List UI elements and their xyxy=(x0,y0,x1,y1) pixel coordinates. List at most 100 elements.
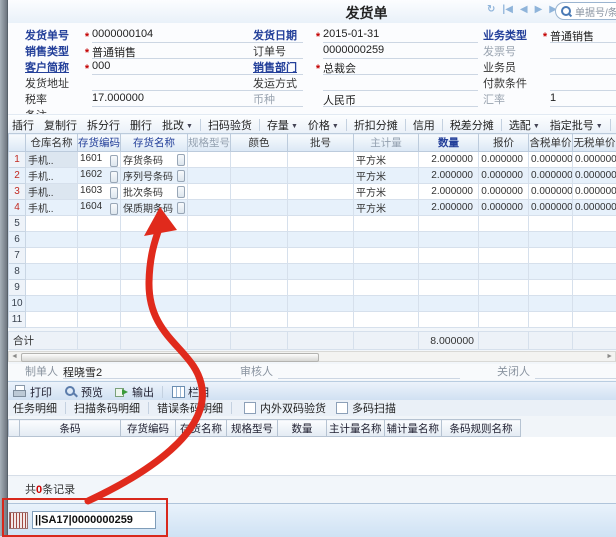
cell-tax_price[interactable]: 0.000000 xyxy=(529,184,573,200)
reference-icon[interactable] xyxy=(177,154,185,166)
cell-name[interactable] xyxy=(121,248,188,264)
cell-qty[interactable]: 2.000000 xyxy=(419,200,479,216)
column-header[interactable]: 仓库名称 xyxy=(26,134,78,152)
barcode-column-header[interactable]: 主计量名称 xyxy=(327,420,385,437)
cell-name[interactable]: 批次条码 xyxy=(121,184,188,200)
field-label[interactable]: 销售类型 xyxy=(25,43,82,59)
chevron-down-icon[interactable]: ▼ xyxy=(596,123,603,130)
cell-quote[interactable]: 0.000000 xyxy=(479,152,529,168)
column-header[interactable]: 报价 xyxy=(479,134,529,152)
cell-batch[interactable] xyxy=(288,200,354,216)
checkbox-option[interactable]: 多码扫描 xyxy=(336,400,396,416)
toolbar-button[interactable]: 价格▼ xyxy=(303,117,344,133)
row-number[interactable]: 4 xyxy=(9,200,26,216)
cell-qty[interactable] xyxy=(419,264,479,280)
next-icon[interactable]: ▶ xyxy=(535,4,543,15)
cell-notax_price[interactable]: 0.000000 xyxy=(573,152,616,168)
cell-quote[interactable] xyxy=(479,232,529,248)
row-number[interactable]: 11 xyxy=(9,312,26,328)
cell-name[interactable]: 保质期条码 xyxy=(121,200,188,216)
cell-quote[interactable] xyxy=(479,248,529,264)
cell-unit[interactable]: 平方米 xyxy=(354,200,419,216)
column-header[interactable]: 存货名称 xyxy=(121,134,188,152)
cell-unit[interactable] xyxy=(354,248,419,264)
cell-name[interactable] xyxy=(121,280,188,296)
cell-spec[interactable] xyxy=(188,232,231,248)
toolbar-button[interactable]: 批改▼ xyxy=(157,117,198,133)
cell-warehouse[interactable] xyxy=(26,296,78,312)
field-label[interactable]: 发货日期 xyxy=(253,27,313,43)
cell-spec[interactable] xyxy=(188,312,231,328)
field-value[interactable] xyxy=(550,60,616,75)
cell-spec[interactable] xyxy=(188,216,231,232)
cell-quote[interactable]: 0.000000 xyxy=(479,168,529,184)
cell-code[interactable]: 1601 xyxy=(78,152,121,168)
chevron-down-icon[interactable]: ▼ xyxy=(291,123,298,130)
field-label[interactable]: 发货单号 xyxy=(25,27,82,43)
cell-batch[interactable] xyxy=(288,152,354,168)
export-button[interactable]: 输出 xyxy=(109,384,160,400)
cell-quote[interactable] xyxy=(479,216,529,232)
row-number[interactable]: 5 xyxy=(9,216,26,232)
cell-name[interactable] xyxy=(121,216,188,232)
cell-tax_price[interactable] xyxy=(529,296,573,312)
search-input[interactable]: 单据号/条 xyxy=(575,4,616,19)
cell-spec[interactable] xyxy=(188,152,231,168)
cell-warehouse[interactable] xyxy=(26,264,78,280)
cell-notax_price[interactable]: 0.000000 xyxy=(573,168,616,184)
barcode-column-header[interactable]: 存货名称 xyxy=(176,420,227,437)
row-number[interactable]: 9 xyxy=(9,280,26,296)
cell-qty[interactable]: 2.000000 xyxy=(419,168,479,184)
cell-qty[interactable] xyxy=(419,312,479,328)
cell-warehouse[interactable] xyxy=(26,232,78,248)
field-label[interactable]: 客户简称 xyxy=(25,59,82,75)
cell-name[interactable] xyxy=(121,264,188,280)
toolbar-button[interactable]: 折扣分摊 xyxy=(349,117,403,133)
cell-batch[interactable] xyxy=(288,216,354,232)
cell-tax_price[interactable] xyxy=(529,216,573,232)
field-value[interactable] xyxy=(550,44,616,59)
cell-warehouse[interactable]: 手机.. xyxy=(26,200,78,216)
scrollbar-thumb[interactable] xyxy=(21,353,319,362)
cell-color[interactable] xyxy=(231,264,288,280)
cell-code[interactable] xyxy=(78,312,121,328)
horizontal-scrollbar[interactable]: ◄ ► xyxy=(8,351,616,362)
cell-qty[interactable] xyxy=(419,216,479,232)
field-value[interactable]: 人民币 xyxy=(323,92,478,107)
row-number[interactable]: 8 xyxy=(9,264,26,280)
row-number[interactable]: 1 xyxy=(9,152,26,168)
first-icon[interactable]: |◀ xyxy=(502,4,513,15)
cell-batch[interactable] xyxy=(288,184,354,200)
toolbar-button[interactable]: 税差分摊 xyxy=(445,117,499,133)
cell-spec[interactable] xyxy=(188,248,231,264)
printer-button[interactable]: 打印 xyxy=(7,384,58,400)
cell-color[interactable] xyxy=(231,248,288,264)
cell-warehouse[interactable]: 手机.. xyxy=(26,152,78,168)
cell-warehouse[interactable] xyxy=(26,216,78,232)
cell-unit[interactable] xyxy=(354,264,419,280)
cell-name[interactable]: 序列号条码 xyxy=(121,168,188,184)
toolbar-button[interactable]: 拆分行 xyxy=(82,117,125,133)
cell-qty[interactable] xyxy=(419,296,479,312)
cell-tax_price[interactable]: 0.000000 xyxy=(529,168,573,184)
cell-code[interactable]: 1602 xyxy=(78,168,121,184)
checkbox-icon[interactable] xyxy=(336,402,348,414)
chevron-down-icon[interactable]: ▼ xyxy=(332,123,339,130)
cell-unit[interactable]: 平方米 xyxy=(354,152,419,168)
cell-notax_price[interactable] xyxy=(573,312,616,328)
column-header[interactable]: 数量 xyxy=(419,134,479,152)
field-value[interactable]: 0000000259 xyxy=(323,44,478,59)
cell-color[interactable] xyxy=(231,232,288,248)
reference-icon[interactable] xyxy=(110,187,118,199)
toolbar-button[interactable]: 指定批号▼ xyxy=(545,117,608,133)
checkbox-icon[interactable] xyxy=(244,402,256,414)
row-number[interactable]: 3 xyxy=(9,184,26,200)
cell-tax_price[interactable] xyxy=(529,232,573,248)
row-number[interactable]: 7 xyxy=(9,248,26,264)
cell-unit[interactable] xyxy=(354,280,419,296)
cell-quote[interactable]: 0.000000 xyxy=(479,200,529,216)
cell-notax_price[interactable] xyxy=(573,264,616,280)
scroll-left-icon[interactable]: ◄ xyxy=(11,352,18,361)
tab-0[interactable]: 任务明细 xyxy=(7,400,63,416)
cell-notax_price[interactable] xyxy=(573,216,616,232)
